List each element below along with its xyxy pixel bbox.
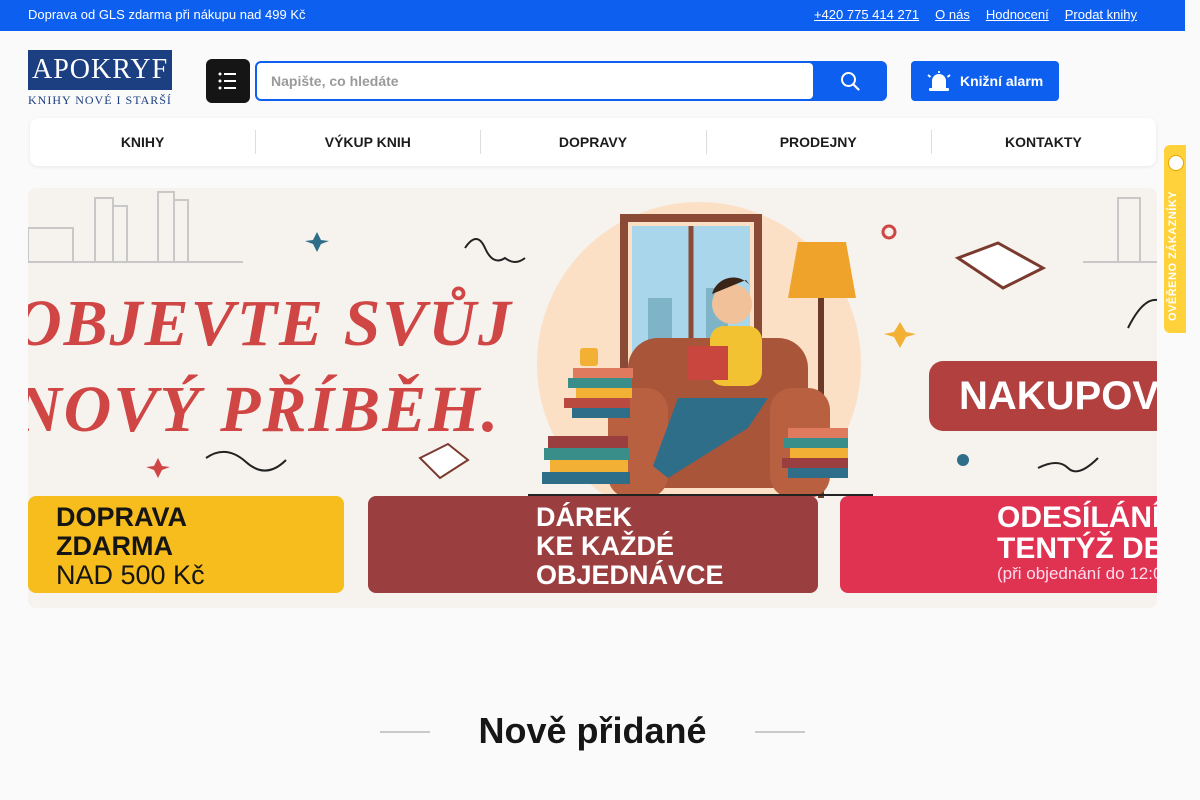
free-shipping-panel: DOPRAVA ZDARMA NAD 500 Kč	[28, 496, 344, 593]
logo-tagline: KNIHY NOVÉ I STARŠÍ	[28, 93, 172, 107]
same-day-shipping-panel: ODESÍLÁNÍ TENTÝŽ DEN (při objednání do 1…	[840, 496, 1157, 593]
panel3-line1: ODESÍLÁNÍ	[997, 501, 1157, 534]
reviews-link[interactable]: Hodnocení	[986, 7, 1049, 22]
nav-item-books[interactable]: KNIHY	[30, 118, 255, 166]
hero-banner[interactable]: OBJEVTE SVŮJ NOVÝ PŘÍBĚH. NAKUPOVAT DOPR…	[28, 188, 1157, 608]
nav-item-book-buyback[interactable]: VÝKUP KNIH	[255, 118, 480, 166]
siren-icon	[927, 71, 951, 91]
list-icon	[218, 72, 236, 90]
panel1-line1: DOPRAVA	[56, 502, 188, 532]
top-links: +420 775 414 271 O nás Hodnocení Prodat …	[814, 7, 1137, 22]
book-alarm-button[interactable]: Knižní alarm	[911, 61, 1059, 101]
panel3-note: (při objednání do 12:00)	[997, 564, 1157, 583]
logo-wordmark: APOKRYF	[28, 50, 172, 90]
search-input[interactable]	[257, 63, 813, 99]
gift-text: DÁREK KE KAŽDÉ OBJEDNÁVCE	[536, 503, 724, 590]
search-bar	[255, 61, 887, 101]
shipping-promo-text: Doprava od GLS zdarma při nákupu nad 499…	[28, 7, 306, 22]
sell-books-link[interactable]: Prodat knihy	[1065, 7, 1137, 22]
nav-item-contacts[interactable]: KONTAKTY	[930, 118, 1156, 166]
panel1-line2: ZDARMA	[56, 531, 173, 561]
nav-item-shipping[interactable]: DOPRAVY	[480, 118, 705, 166]
search-button[interactable]	[813, 61, 887, 101]
nav-item-stores[interactable]: PRODEJNY	[705, 118, 931, 166]
verified-badge-label: OVĚŘENO ZÁKAZNÍKY	[1167, 190, 1179, 321]
same-day-text: ODESÍLÁNÍ TENTÝŽ DEN	[997, 502, 1157, 564]
verified-by-customers-badge[interactable]: OVĚŘENO ZÁKAZNÍKY	[1164, 145, 1186, 333]
panel2-line2: KE KAŽDÉ	[536, 531, 675, 561]
gift-panel: DÁREK KE KAŽDÉ OBJEDNÁVCE	[368, 496, 818, 593]
top-bar: Doprava od GLS zdarma při nákupu nad 499…	[0, 0, 1185, 31]
free-shipping-text: DOPRAVA ZDARMA NAD 500 Kč	[56, 503, 205, 590]
panel3-line2: TENTÝŽ DEN	[997, 532, 1157, 565]
site-logo[interactable]: APOKRYF KNIHY NOVÉ I STARŠÍ	[28, 50, 173, 108]
heureka-seal-icon	[1168, 155, 1184, 171]
about-link[interactable]: O nás	[935, 7, 970, 22]
section-title-new-arrivals: Nově přidané	[478, 710, 707, 751]
search-icon	[841, 72, 860, 91]
book-alarm-label: Knižní alarm	[960, 73, 1044, 89]
main-nav: KNIHY VÝKUP KNIH DOPRAVY PRODEJNY KONTAK…	[30, 118, 1156, 166]
panel2-line3: OBJEDNÁVCE	[536, 560, 724, 590]
banner-headline-line1: OBJEVTE SVŮJ	[28, 287, 513, 360]
panel1-line3: NAD 500 Kč	[56, 560, 205, 590]
banner-headline-line2: NOVÝ PŘÍBĚH.	[28, 373, 501, 446]
heading-rule-right	[755, 731, 805, 733]
panel2-line1: DÁREK	[536, 502, 633, 532]
shop-now-cta[interactable]: NAKUPOVAT	[929, 361, 1157, 431]
categories-menu-button[interactable]	[206, 59, 250, 103]
phone-link[interactable]: +420 775 414 271	[814, 7, 919, 22]
